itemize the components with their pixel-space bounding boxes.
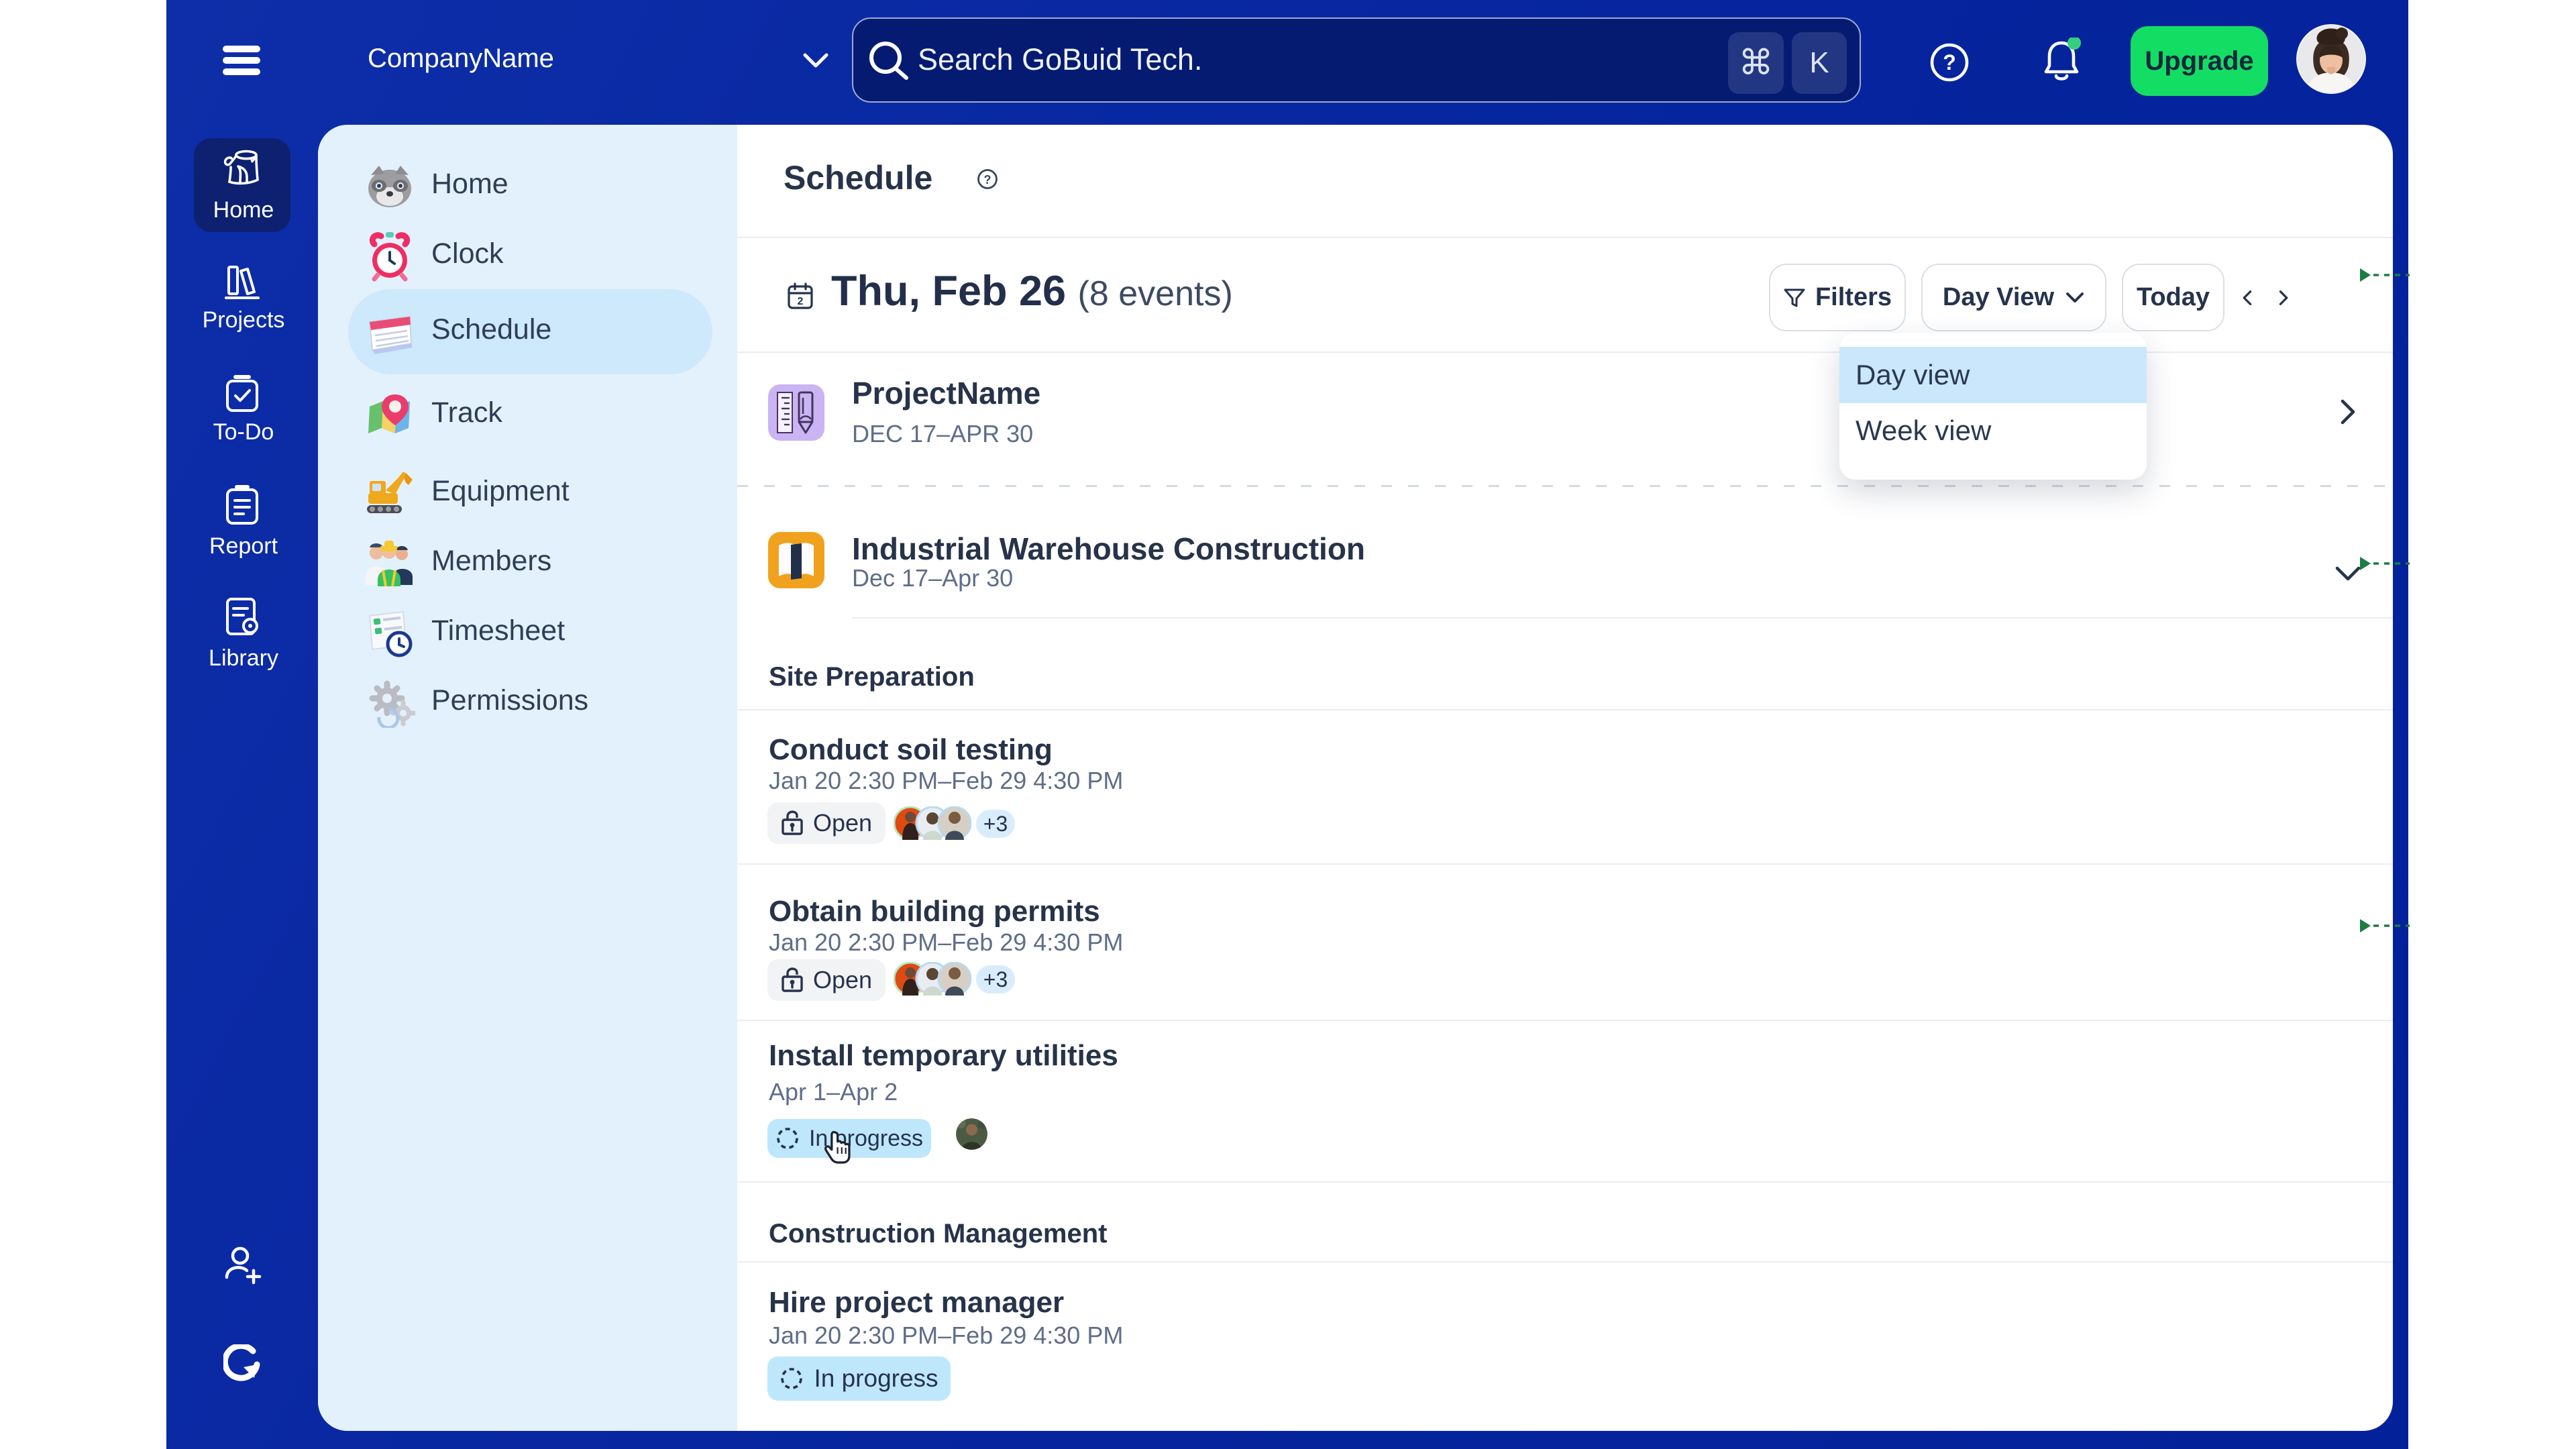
svg-text:?: ?: [984, 173, 991, 186]
svg-text:2: 2: [798, 296, 804, 307]
svg-text:?: ?: [1943, 50, 1956, 74]
